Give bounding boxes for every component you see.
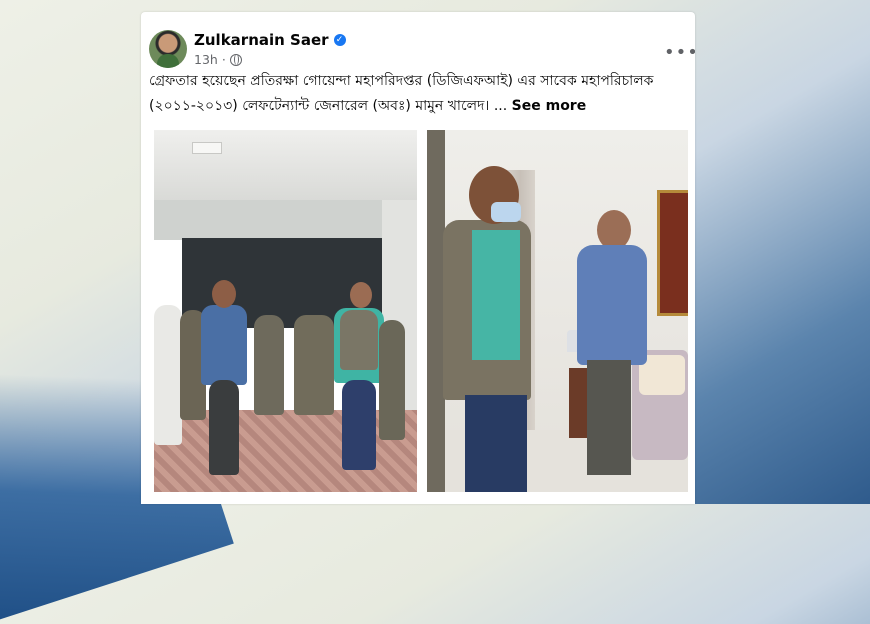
photo-person — [465, 395, 527, 492]
photo-head — [350, 282, 372, 308]
photo-head — [597, 210, 631, 250]
photo-person — [154, 305, 182, 445]
photo-floor — [154, 410, 417, 492]
more-options-icon[interactable]: ••• — [664, 42, 695, 63]
post-timestamp[interactable]: 13h — [194, 52, 218, 67]
photo-wall-frame — [657, 190, 688, 316]
photo-person — [342, 380, 376, 470]
post-header-author: Zulkarnain Saer ✓ — [194, 31, 346, 49]
photo-ceiling — [154, 130, 417, 200]
post-photo-left[interactable] — [154, 130, 417, 492]
photo-person — [577, 245, 647, 365]
globe-icon[interactable] — [229, 53, 242, 66]
photo-person — [209, 380, 239, 475]
photo-person — [340, 310, 378, 370]
photo-wall — [154, 200, 417, 240]
author-name[interactable]: Zulkarnain Saer — [194, 31, 329, 49]
photo-person — [201, 305, 247, 385]
photo-person — [379, 320, 405, 440]
photo-head — [212, 280, 236, 308]
post-photo-right[interactable] — [427, 130, 688, 492]
verified-badge-icon: ✓ — [333, 34, 346, 46]
photo-person — [587, 360, 631, 475]
author-avatar[interactable] — [149, 30, 187, 68]
see-more-link[interactable]: See more — [512, 98, 587, 114]
photo-person — [472, 230, 520, 360]
post-meta: 13h · — [194, 52, 242, 67]
photo-person — [294, 315, 334, 415]
photo-person — [254, 315, 284, 415]
meta-separator: · — [221, 52, 226, 67]
facebook-post-card: Zulkarnain Saer ✓ 13h · ••• গ্রেফতার হয়… — [141, 12, 695, 504]
photo-mask — [491, 202, 521, 222]
post-caption: গ্রেফতার হয়েছেন প্রতিরক্ষা গোয়েন্দা মহ… — [149, 69, 689, 119]
photo-ceiling-light — [192, 142, 222, 154]
